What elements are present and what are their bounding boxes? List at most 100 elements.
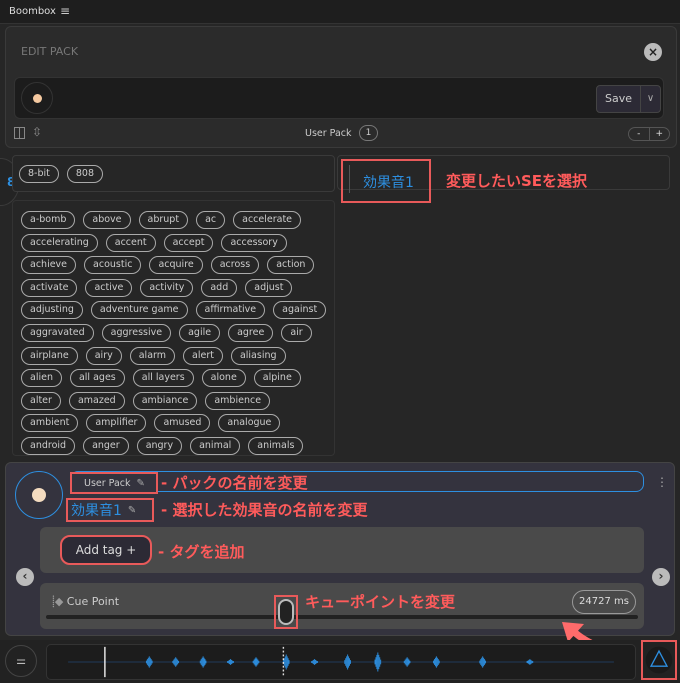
tag-chip[interactable]: android [21, 436, 76, 455]
tag-chip[interactable]: alone [201, 369, 246, 388]
divider [349, 165, 350, 193]
zoom-out-button[interactable]: - [629, 128, 650, 140]
tag-chip[interactable]: affirmative [195, 301, 266, 320]
tag-chip[interactable]: agile [179, 323, 221, 342]
hamburger-icon[interactable]: ≡ [60, 4, 70, 18]
category-tag[interactable]: 808 [66, 165, 104, 183]
swap-icon[interactable]: ⇳ [32, 125, 42, 139]
tag-chip[interactable]: alarm [129, 346, 176, 365]
tag-chip[interactable]: achieve [21, 256, 77, 275]
title-bar: Boombox ≡ [0, 0, 680, 24]
tag-chip[interactable]: accelerating [21, 233, 98, 252]
tag-chip[interactable]: adventure game [90, 301, 188, 320]
cue-highlight [274, 595, 298, 629]
sound-name: 効果音1 [71, 503, 122, 519]
tag-chip[interactable]: all layers [132, 369, 194, 388]
category-tag[interactable]: 8-bit [19, 165, 59, 183]
tag-chip[interactable]: adjust [245, 278, 293, 297]
sound-dot-icon [33, 94, 42, 103]
add-tag-button[interactable]: Add tag + [60, 535, 152, 565]
tag-chip[interactable]: accent [105, 233, 156, 252]
tag-chip[interactable]: animal [190, 436, 241, 455]
avatar[interactable] [15, 471, 63, 519]
tag-chip[interactable]: accept [163, 233, 214, 252]
tag-chip[interactable]: across [210, 256, 260, 275]
more-icon[interactable]: ⋮ [656, 475, 668, 489]
tag-chip[interactable]: alien [21, 369, 62, 388]
tag-chip[interactable]: activity [140, 278, 194, 297]
annotation-select-se: 変更したいSEを選択 [446, 172, 588, 190]
tag-chip[interactable]: airy [85, 346, 122, 365]
tag-chip[interactable]: agree [228, 323, 274, 342]
chevron-down-icon[interactable]: ∨ [641, 86, 660, 112]
edit-pack-panel: EDIT PACK × Save ∨ ⇳ User Pack 1 - + [5, 26, 677, 148]
chevron-right-icon[interactable]: › [652, 568, 670, 586]
tag-chip[interactable]: amused [154, 414, 211, 433]
play-button[interactable] [21, 82, 53, 114]
tag-chip[interactable]: amplifier [86, 414, 147, 433]
cue-label-text: Cue Point [66, 595, 120, 608]
tag-chip[interactable]: ambiance [132, 391, 198, 410]
tag-chip[interactable]: add [201, 278, 238, 297]
tag-chip[interactable]: abrupt [138, 211, 189, 229]
cue-slider-track[interactable] [46, 615, 638, 619]
save-button[interactable]: Save [597, 86, 642, 112]
tag-chip[interactable]: active [85, 278, 133, 297]
pack-count-badge: 1 [359, 125, 378, 141]
tag-list: a-bomb above abrupt ac accelerate acceleratin… [12, 200, 335, 456]
tag-chip[interactable]: a-bomb [21, 211, 76, 229]
tag-chip[interactable]: above [83, 211, 131, 229]
tag-chip[interactable]: accelerate [233, 211, 302, 229]
rename-sound-button[interactable]: 効果音1 ✎ [66, 498, 154, 522]
tag-chip[interactable]: ambience [205, 391, 271, 410]
tag-chip[interactable]: aggressive [101, 323, 172, 342]
annotation-rename-pack: - パックの名前を変更 [161, 474, 308, 492]
tag-chip[interactable]: aggravated [21, 323, 94, 342]
face-icon [32, 488, 46, 502]
tag-chip[interactable]: action [267, 256, 315, 275]
tag-chip[interactable]: alter [21, 391, 61, 410]
tag-chip[interactable]: analogue [218, 414, 281, 433]
tag-chip[interactable]: adjusting [21, 301, 83, 320]
app-title: Boombox [9, 6, 56, 17]
annotation-text: タグを追加 [169, 543, 245, 561]
triangle-icon[interactable] [641, 640, 677, 680]
zoom-in-button[interactable]: + [650, 128, 670, 140]
tag-chip[interactable]: aliasing [230, 346, 286, 365]
sound-name: 効果音1 [363, 175, 414, 191]
tag-chip[interactable]: activate [21, 278, 78, 297]
tag-chip[interactable]: against [273, 301, 327, 320]
tag-chip[interactable]: all ages [69, 369, 125, 388]
cue-icon: ⸽◆ [52, 595, 64, 608]
annotation-rename-se: - 選択した効果音の名前を変更 [161, 501, 368, 519]
mixer-icon[interactable]: ⚌ [5, 645, 37, 677]
save-button-group: Save ∨ [596, 85, 661, 113]
tag-chip[interactable]: angry [136, 436, 183, 455]
tag-chip[interactable]: air [281, 323, 312, 342]
tag-chip[interactable]: ambient [21, 414, 79, 433]
tag-chip[interactable]: ac [196, 211, 226, 229]
tag-chip[interactable]: acquire [149, 256, 203, 275]
tag-chip[interactable]: acoustic [84, 256, 142, 275]
player-bar: Save ∨ [14, 77, 664, 119]
tag-chip[interactable]: alert [183, 346, 223, 365]
waveform[interactable] [46, 644, 636, 680]
list-item[interactable]: 効果音1 [341, 159, 431, 203]
tag-chip[interactable]: accessory [221, 233, 287, 252]
tag-chip[interactable]: animals [248, 436, 304, 455]
annotation-add-tag: - タグを追加 [158, 543, 245, 561]
pack-name-label: User Pack [305, 128, 352, 139]
sound-list: 効果音1 変更したいSEを選択 [337, 155, 670, 203]
tag-chip[interactable]: amazed [68, 391, 125, 410]
tag-chip[interactable]: airplane [21, 346, 78, 365]
pack-footer: ⇳ User Pack 1 - + [6, 125, 676, 143]
close-icon[interactable]: × [644, 43, 662, 61]
rename-pack-button[interactable]: User Pack ✎ [70, 472, 158, 494]
tag-chip[interactable]: alpine [253, 369, 301, 388]
chevron-left-icon[interactable]: ‹ [16, 568, 34, 586]
annotation-text: パックの名前を変更 [172, 474, 308, 492]
layout-icon[interactable] [14, 127, 25, 139]
tag-chip[interactable]: anger [83, 436, 129, 455]
cue-value[interactable]: 24727 ms [572, 590, 636, 614]
annotation-cue: キューポイントを変更 [305, 593, 456, 611]
